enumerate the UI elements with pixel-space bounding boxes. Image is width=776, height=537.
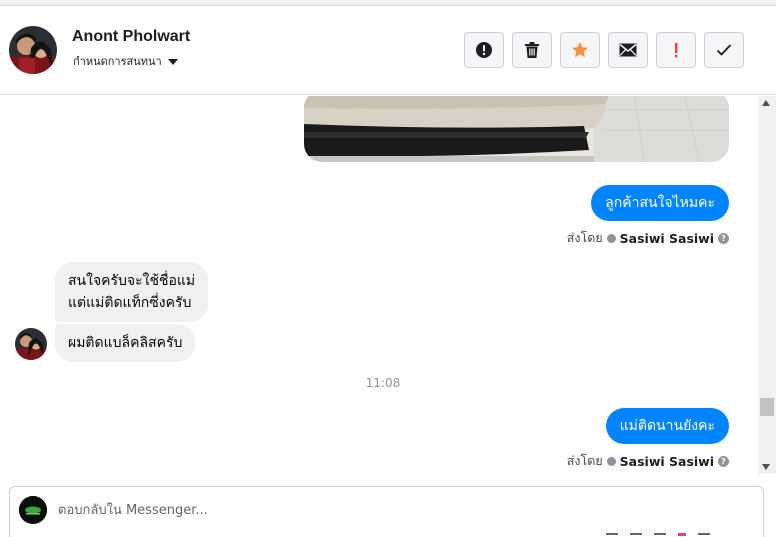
message-text: ลูกค้าสนใจไหมคะ xyxy=(605,195,715,211)
scroll-up-arrow-icon[interactable] xyxy=(762,100,770,106)
outgoing-message-bubble[interactable]: แม่ติดนานยังคะ xyxy=(605,408,729,444)
check-icon xyxy=(716,44,732,56)
like-icon[interactable] xyxy=(678,533,686,537)
message-text-line-1: สนใจครับจะใช้ชื่อแม่ xyxy=(68,273,196,289)
scrollbar-thumb[interactable] xyxy=(760,398,774,416)
message-thread[interactable]: ลูกค้าสนใจไหมคะ ส่งโดย Sasiwi Sasiwi ? ส… xyxy=(0,96,758,474)
image-icon[interactable] xyxy=(630,533,642,537)
sent-by-info: ส่งโดย Sasiwi Sasiwi ? xyxy=(567,228,729,248)
top-border xyxy=(0,0,776,6)
reply-input[interactable] xyxy=(58,499,558,521)
contact-name[interactable]: Anont Pholwart xyxy=(72,28,190,46)
assign-conversation-label: กำหนดการสนทนา xyxy=(73,55,162,68)
attachment-icon[interactable] xyxy=(606,533,618,537)
star-icon xyxy=(572,42,588,58)
incoming-message-bubble[interactable]: สนใจครับจะใช้ชื่อแม่ แต่แม่ติดแท็กซี่งคร… xyxy=(55,262,209,322)
emoji-icon[interactable] xyxy=(654,533,666,537)
scroll-down-arrow-icon[interactable] xyxy=(762,464,770,470)
send-icon[interactable] xyxy=(698,533,710,537)
envelope-icon xyxy=(619,43,637,57)
message-text: ผมติดแบล็คลิสครับ xyxy=(68,335,183,351)
follow-up-button[interactable] xyxy=(656,32,696,68)
thread-scrollbar[interactable] xyxy=(758,96,776,474)
delete-button[interactable] xyxy=(512,32,552,68)
message-text-line-2: แต่แม่ติดแท็กซี่งครับ xyxy=(68,295,192,311)
message-text: แม่ติดนานยังคะ xyxy=(619,418,715,434)
mark-unread-button[interactable] xyxy=(608,32,648,68)
timestamp: 11:08 xyxy=(365,376,401,390)
verified-icon xyxy=(606,233,616,243)
mark-done-button[interactable] xyxy=(704,32,744,68)
sent-by-label: ส่งโดย xyxy=(566,453,603,468)
outgoing-message-bubble[interactable]: ลูกค้าสนใจไหมคะ xyxy=(591,185,729,221)
incoming-message-bubble[interactable]: ผมติดแบล็คลิสครับ xyxy=(55,324,196,362)
exclamation-icon xyxy=(675,43,678,58)
conversation-header: Anont Pholwart กำหนดการสนทนา xyxy=(0,7,776,95)
contact-avatar-small[interactable] xyxy=(15,328,47,360)
trash-icon xyxy=(525,42,539,58)
reply-composer xyxy=(9,486,764,537)
assign-conversation-dropdown[interactable]: กำหนดการสนทนา xyxy=(73,52,178,70)
mark-spam-button[interactable] xyxy=(464,32,504,68)
sender-name[interactable]: Sasiwi Sasiwi xyxy=(620,454,714,469)
sent-by-label: ส่งโดย xyxy=(566,230,603,245)
sent-by-info: ส่งโดย Sasiwi Sasiwi ? xyxy=(567,451,729,471)
conversation-actions xyxy=(464,32,744,68)
caret-down-icon xyxy=(167,59,178,65)
contact-avatar[interactable] xyxy=(9,26,57,74)
help-icon[interactable]: ? xyxy=(718,455,729,467)
composer-tools xyxy=(606,533,710,537)
page-avatar xyxy=(19,496,47,524)
star-button[interactable] xyxy=(560,32,600,68)
help-icon[interactable]: ? xyxy=(718,232,729,244)
sender-name[interactable]: Sasiwi Sasiwi xyxy=(620,231,714,246)
car-photo-attachment[interactable] xyxy=(304,96,729,162)
verified-icon xyxy=(606,456,616,466)
alert-circle-icon xyxy=(476,42,492,58)
